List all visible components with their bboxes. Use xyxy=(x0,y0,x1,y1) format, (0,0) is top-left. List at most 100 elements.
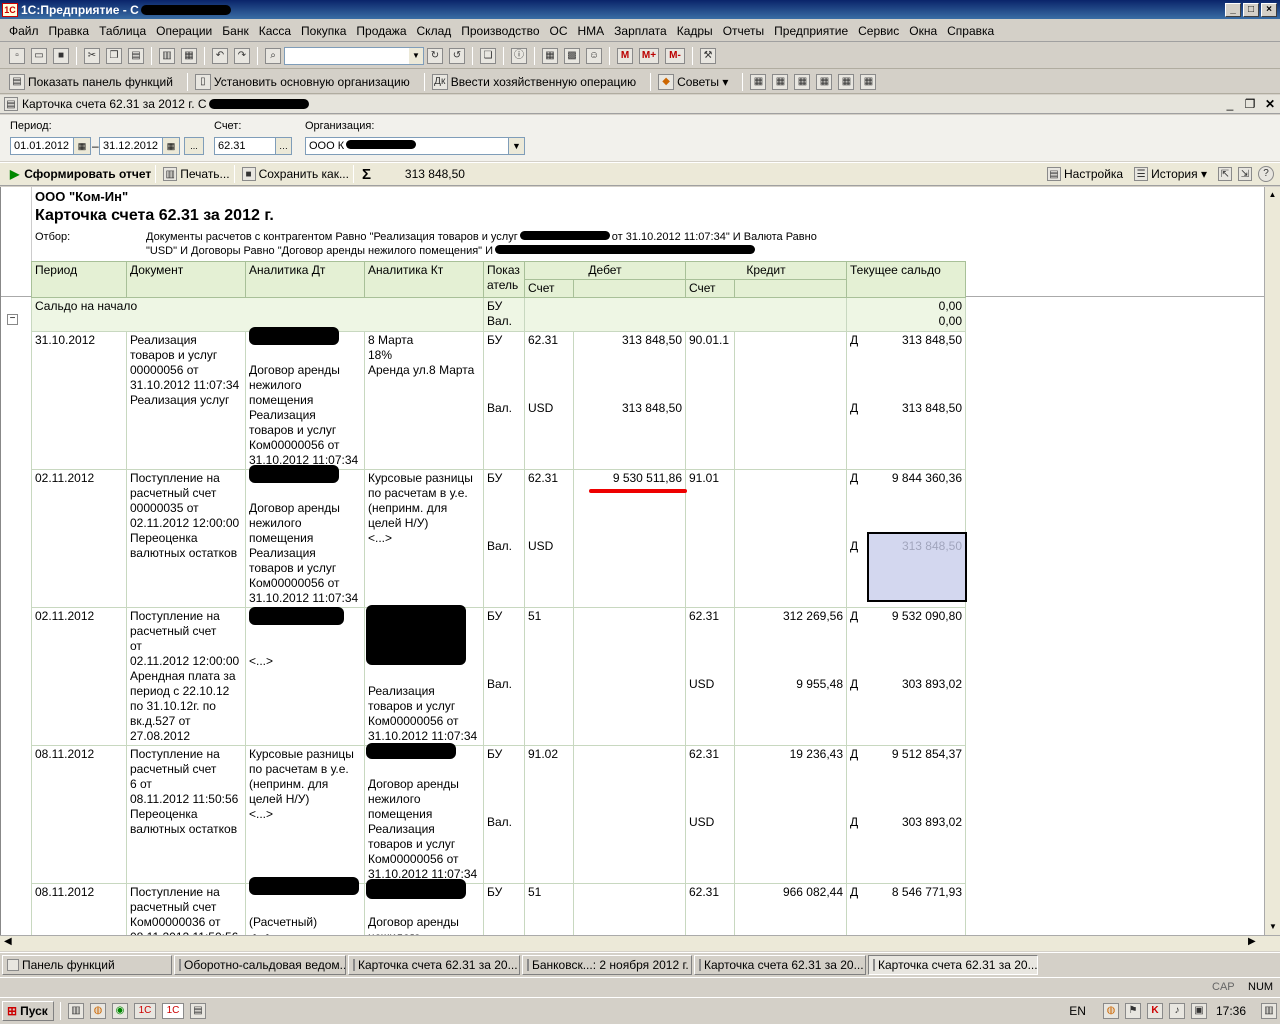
maximize-icon[interactable]: □ xyxy=(1243,2,1259,17)
calendar-icon[interactable]: ▩ xyxy=(564,47,580,64)
paste-icon[interactable]: ▤ xyxy=(128,47,144,64)
table-icon[interactable]: ▦ xyxy=(772,73,789,90)
tray-window-icon[interactable]: ▣ xyxy=(1190,1003,1207,1019)
start-button[interactable]: ⊞ Пуск xyxy=(2,1001,54,1021)
register-icon[interactable]: ▦ xyxy=(816,73,833,90)
search-input[interactable]: ▼ xyxy=(284,46,424,65)
menu-reports[interactable]: Отчеты xyxy=(718,24,769,38)
menu-table[interactable]: Таблица xyxy=(94,24,151,38)
calculator-icon[interactable]: ▦ xyxy=(542,47,558,64)
find-prev-icon[interactable]: ↺ xyxy=(449,47,465,64)
save-disk-icon[interactable]: ■ xyxy=(53,47,69,64)
calendar-icon[interactable]: ▦ xyxy=(162,137,180,155)
menu-warehouse[interactable]: Склад xyxy=(412,24,457,38)
menu-bank[interactable]: Банк xyxy=(217,24,253,38)
menu-windows[interactable]: Окна xyxy=(904,24,942,38)
copy-icon[interactable]: ❐ xyxy=(106,47,122,64)
menu-fixed-assets[interactable]: ОС xyxy=(545,24,573,38)
preview-icon[interactable]: ▦ xyxy=(181,47,197,64)
menu-file[interactable]: Файл xyxy=(4,24,44,38)
network-tray-icon[interactable]: ▥ xyxy=(1261,1003,1277,1019)
horizontal-scrollbar[interactable]: ◀ ▶ xyxy=(0,935,1280,951)
opening-balance-row[interactable]: Сальдо на начало БУ Вал. 0,00 0,00 xyxy=(31,297,966,332)
menu-help[interactable]: Справка xyxy=(942,24,999,38)
memory-m-icon[interactable]: M xyxy=(617,47,633,64)
report-spreadsheet[interactable]: − ООО "Ком-Ин" Карточка счета 62.31 за 2… xyxy=(0,187,1264,935)
calendar-icon[interactable]: ▦ xyxy=(73,137,91,155)
settings-button[interactable]: ▤ Настройка xyxy=(1044,167,1123,181)
menu-salary[interactable]: Зарплата xyxy=(609,24,672,38)
network-icon[interactable]: ▥ xyxy=(68,1003,84,1019)
table-row[interactable]: 31.10.2012 Реализация товаров и услуг 00000… xyxy=(31,331,966,470)
undo-icon[interactable]: ↶ xyxy=(212,47,228,64)
vertical-scrollbar[interactable]: ▲ ▼ xyxy=(1264,187,1280,935)
notepad-icon[interactable]: ▤ xyxy=(190,1003,206,1019)
tab-turnover-sheet[interactable]: Оборотно-сальдовая ведом... xyxy=(174,954,346,975)
selected-cell-highlight[interactable] xyxy=(867,532,967,602)
menu-production[interactable]: Производство xyxy=(456,24,544,38)
menu-intangibles[interactable]: НМА xyxy=(573,24,610,38)
tab-account-card-2[interactable]: Карточка счета 62.31 за 20... xyxy=(694,954,866,975)
windows-icon[interactable]: ❏ xyxy=(480,47,496,64)
cut-icon[interactable]: ✂ xyxy=(84,47,100,64)
set-org-button[interactable]: ▯ Установить основную организацию xyxy=(192,73,410,90)
new-doc-icon[interactable]: ▫ xyxy=(9,47,25,64)
generate-report-button[interactable]: ▶ Сформировать отчет xyxy=(10,167,151,181)
pin-icon[interactable]: ⇲ xyxy=(1238,167,1252,181)
chevron-down-icon[interactable]: ▼ xyxy=(508,137,525,155)
language-indicator[interactable]: EN xyxy=(1069,1004,1086,1018)
tab-account-card-3[interactable]: Карточка счета 62.31 за 20... xyxy=(868,954,1038,975)
close-icon[interactable]: × xyxy=(1261,2,1277,17)
save-as-button[interactable]: ■ Сохранить как... xyxy=(239,167,349,181)
chevron-down-icon[interactable]: ▼ xyxy=(409,47,423,64)
scroll-up-icon[interactable]: ▲ xyxy=(1265,187,1280,203)
show-panel-button[interactable]: ▤ Показать панель функций xyxy=(6,73,173,90)
tab-bank-statement[interactable]: Банковск...: 2 ноября 2012 г. xyxy=(522,954,692,975)
menu-enterprise[interactable]: Предприятие xyxy=(769,24,853,38)
tab-function-panel[interactable]: Панель функций xyxy=(2,954,172,975)
table-row[interactable]: 08.11.2012 Поступление на расчетный счет 6 … xyxy=(31,745,966,884)
doc-restore-icon[interactable]: ❐ xyxy=(1240,97,1260,111)
memory-plus-icon[interactable]: M+ xyxy=(639,47,659,64)
1c-launcher-icon[interactable]: 1С xyxy=(134,1003,156,1019)
table-row[interactable]: 02.11.2012 Поступление на расчетный счет 00… xyxy=(31,469,966,608)
users-icon[interactable]: ☺ xyxy=(586,47,602,64)
menu-purchase[interactable]: Покупка xyxy=(296,24,351,38)
tips-button[interactable]: ◆ Советы ▾ xyxy=(655,73,728,90)
print-icon[interactable]: ▥ xyxy=(159,47,175,64)
menu-operations[interactable]: Операции xyxy=(151,24,217,38)
organization-field[interactable]: ООО К xyxy=(305,137,525,155)
doc-close-icon[interactable]: ✕ xyxy=(1260,97,1280,111)
history-button[interactable]: ☰ История ▾ xyxy=(1131,167,1207,181)
enter-operation-button[interactable]: Дк Ввести хозяйственную операцию xyxy=(429,73,636,90)
flag-icon[interactable]: ⚑ xyxy=(1124,1003,1141,1019)
volume-icon[interactable]: ♪ xyxy=(1168,1003,1185,1019)
antivirus-icon[interactable]: K xyxy=(1146,1003,1163,1019)
find-next-icon[interactable]: ↻ xyxy=(427,47,443,64)
tab-account-card-1[interactable]: Карточка счета 62.31 за 20... xyxy=(348,954,520,975)
memory-minus-icon[interactable]: M- xyxy=(665,47,685,64)
menu-hr[interactable]: Кадры xyxy=(672,24,718,38)
scroll-down-icon[interactable]: ▼ xyxy=(1265,919,1280,935)
browser-icon[interactable]: ◍ xyxy=(90,1003,106,1019)
collapse-group-icon[interactable]: − xyxy=(7,314,18,325)
menu-edit[interactable]: Правка xyxy=(44,24,95,38)
export-icon[interactable]: ⇱ xyxy=(1218,167,1232,181)
menu-sale[interactable]: Продажа xyxy=(351,24,411,38)
period-select-button[interactable]: ... xyxy=(184,137,204,155)
print-button[interactable]: ▥ Печать... xyxy=(160,167,230,181)
scroll-left-icon[interactable]: ◀ xyxy=(4,936,12,947)
tools-icon[interactable]: ⚒ xyxy=(700,47,716,64)
search-icon[interactable]: ⌕ xyxy=(265,47,281,64)
open-folder-icon[interactable]: ▭ xyxy=(31,47,47,64)
1c-active-icon[interactable]: 1С xyxy=(162,1003,184,1019)
info-icon[interactable]: ⓘ xyxy=(511,47,527,64)
menu-cash[interactable]: Касса xyxy=(254,24,296,38)
journal-icon[interactable]: ▦ xyxy=(750,73,767,90)
table-row[interactable]: 08.11.2012 Поступление на расчетный счет Ко… xyxy=(31,883,966,935)
tool-icon[interactable]: ◉ xyxy=(112,1003,128,1019)
tray-app-icon[interactable]: ◍ xyxy=(1102,1003,1119,1019)
doc-minimize-icon[interactable]: _ xyxy=(1220,97,1240,111)
sum-icon[interactable]: Σ xyxy=(362,166,371,183)
help-icon[interactable]: ? xyxy=(1258,166,1274,182)
